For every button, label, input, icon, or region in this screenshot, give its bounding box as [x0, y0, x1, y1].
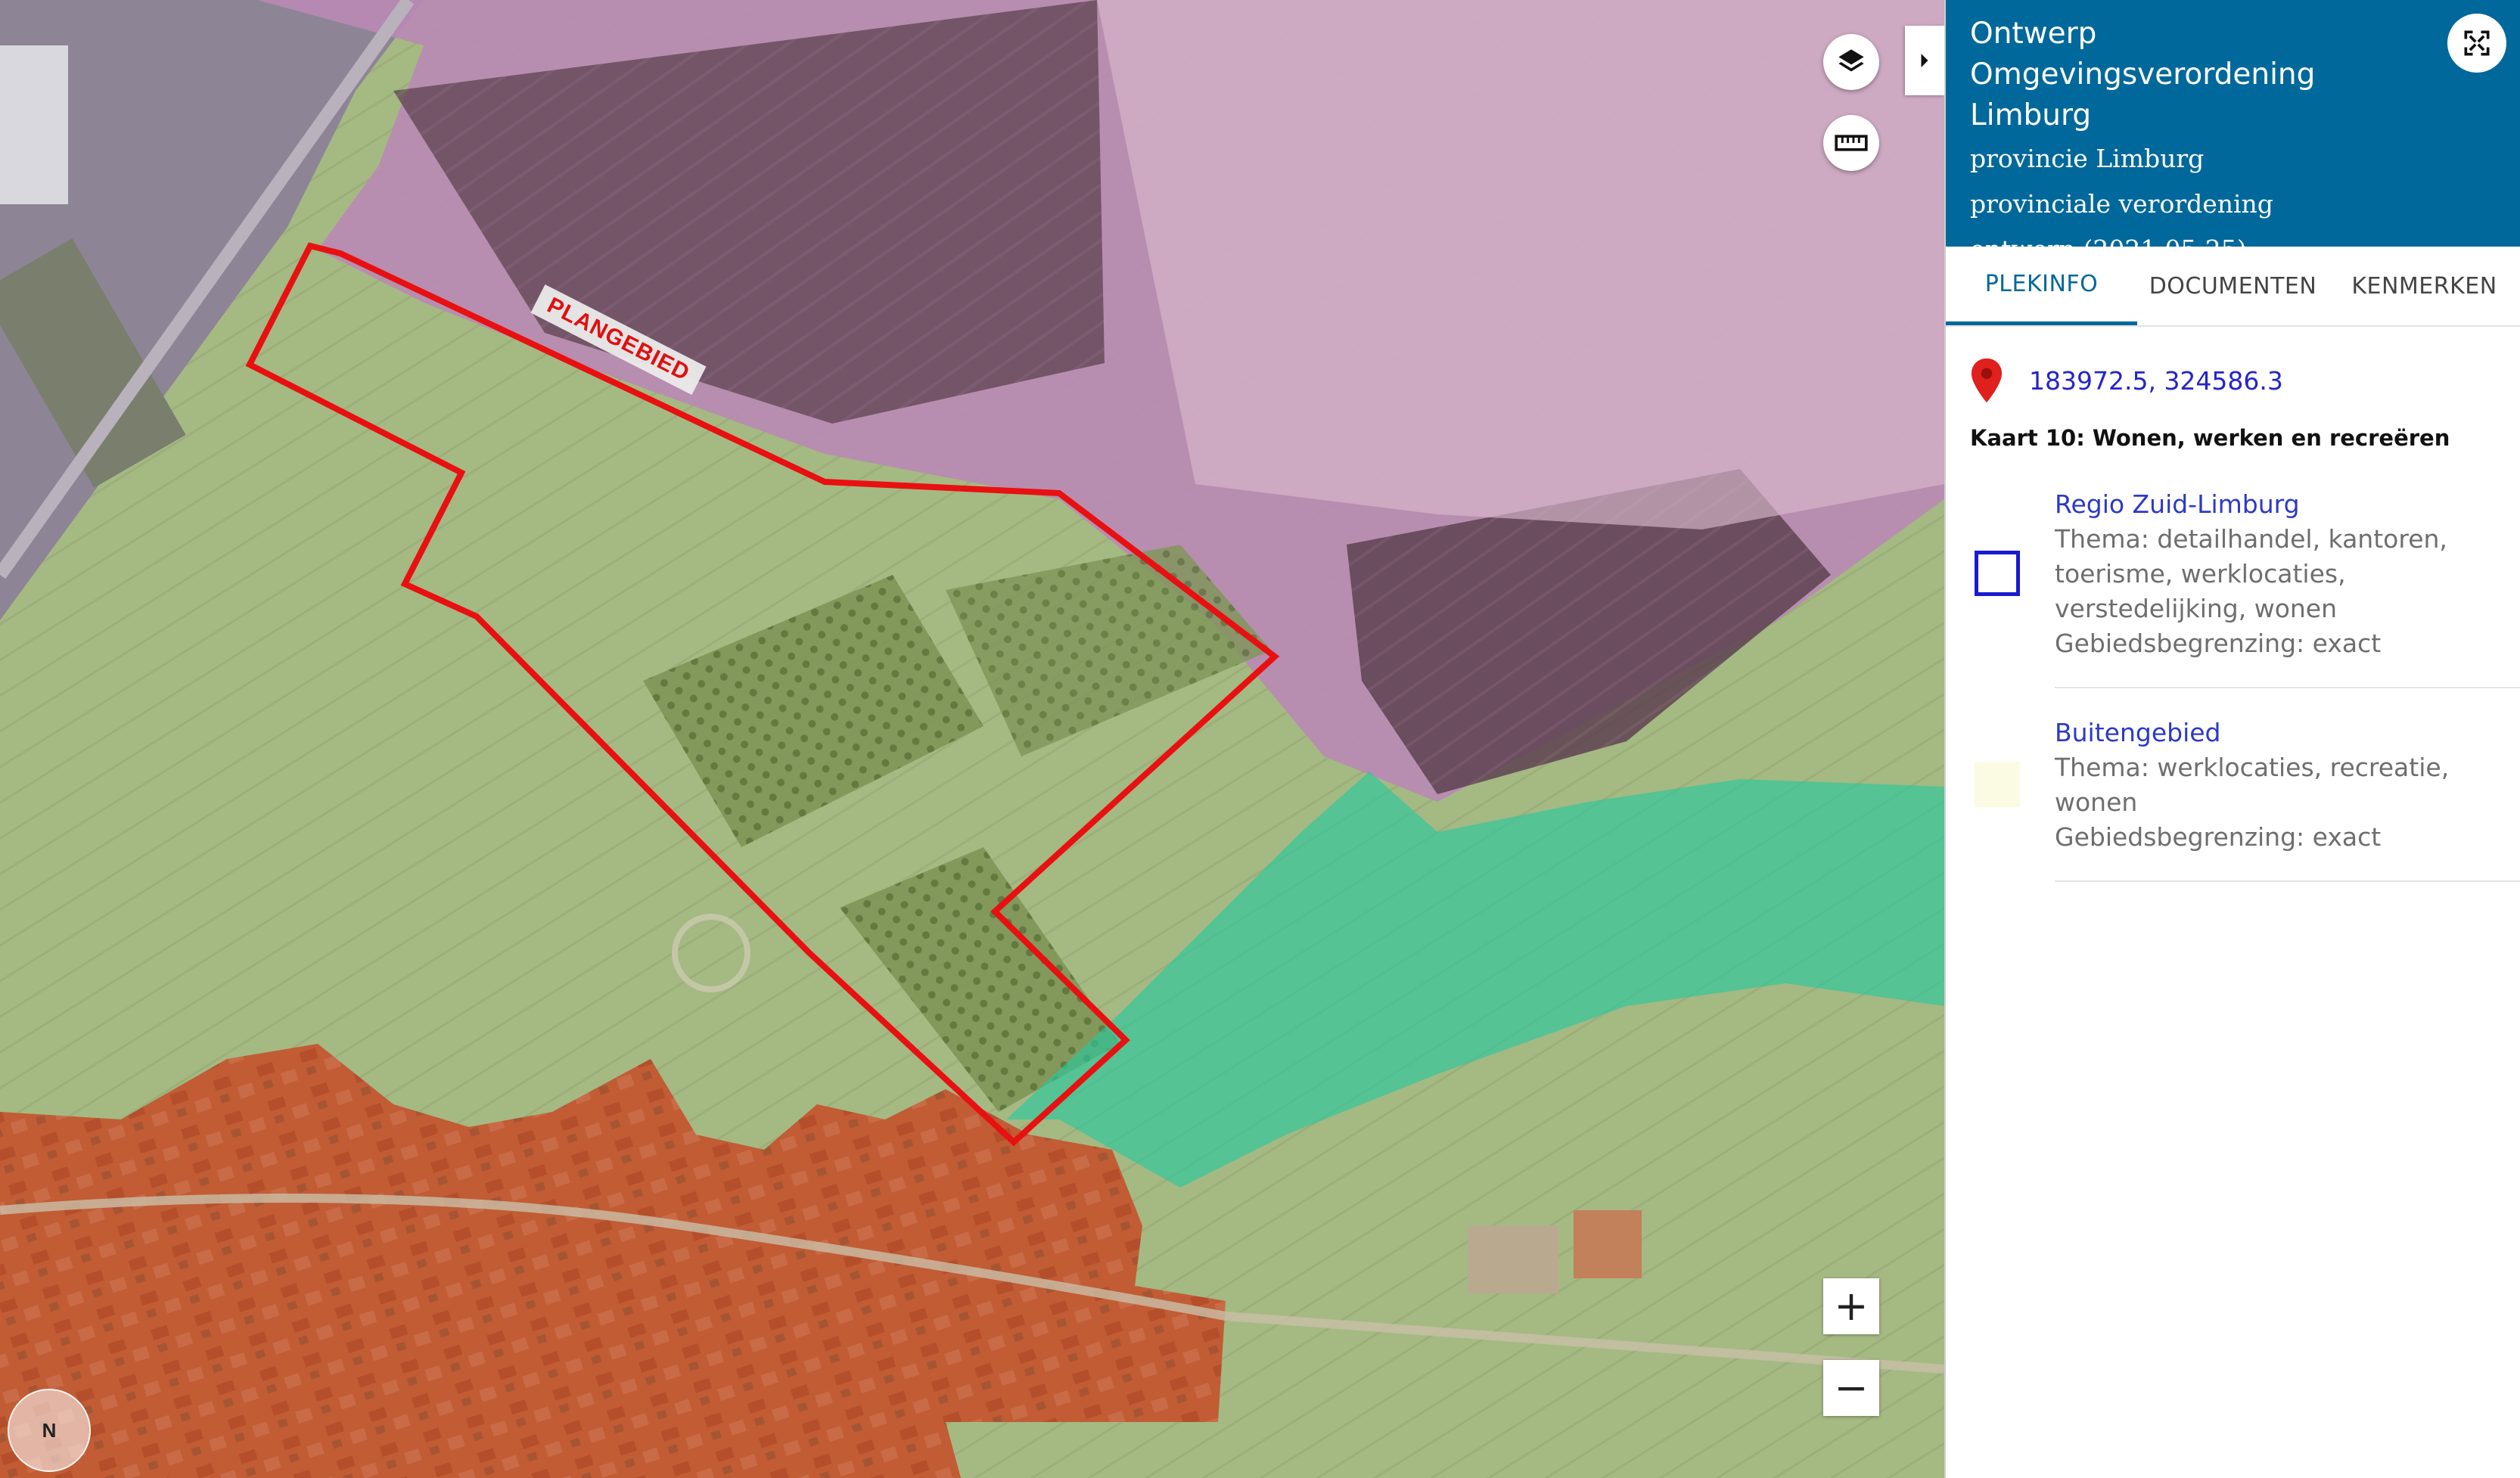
legend-description: Thema: werklocaties, recreatie, wonen	[2055, 753, 2450, 817]
coordinates-value[interactable]: 183972.5, 324586.3	[2029, 366, 2283, 396]
north-compass[interactable]: N	[8, 1389, 91, 1472]
expand-icon	[2464, 30, 2490, 56]
legend-name[interactable]: Buitengebied	[2055, 716, 2496, 750]
layers-button[interactable]	[1823, 34, 1879, 90]
panel-title: Ontwerp Omgevingsverordening Limburg	[1970, 17, 2316, 132]
document-type: provinciale verordening	[1970, 189, 2273, 219]
fill-swatch	[1975, 762, 2020, 807]
fullscreen-button[interactable]	[2447, 14, 2506, 73]
panel-meta: provincie Limburg provinciale verordenin…	[1970, 136, 2429, 272]
legend-boundary: Gebiedsbegrenzing: exact	[2055, 629, 2382, 658]
legend-item[interactable]: Regio Zuid-Limburg Thema: detailhandel, …	[1975, 460, 2520, 688]
zoom-in-button[interactable]: +	[1823, 1278, 1879, 1334]
map-section-title: Kaart 10: Wonen, werken en recreëren	[1970, 425, 2450, 451]
panel-header: Ontwerp Omgevingsverordening Limburg pro…	[1946, 0, 2520, 264]
legend-boundary: Gebiedsbegrenzing: exact	[2055, 822, 2382, 852]
map-view[interactable]: PLANGEBIED + − N	[0, 0, 1944, 1478]
caret-right-icon	[1921, 54, 1928, 67]
legend-description: Thema: detailhandel, kantoren, toerisme,…	[2055, 524, 2447, 623]
sports-court	[1468, 1225, 1558, 1293]
measure-button[interactable]	[1823, 115, 1879, 171]
quarry-area	[1097, 0, 1944, 529]
zoom-out-button[interactable]: −	[1823, 1360, 1879, 1416]
warehouse-building	[0, 45, 68, 204]
info-panel: Ontwerp Omgevingsverordening Limburg pro…	[1944, 0, 2520, 1478]
location-row: 183972.5, 324586.3	[1946, 327, 2520, 404]
organisation: provincie Limburg	[1970, 144, 2205, 173]
document-status: ontwerp (2021-05-25)	[1970, 234, 2247, 264]
legend-item[interactable]: Buitengebied Thema: werklocaties, recrea…	[1975, 688, 2520, 882]
collapse-panel-button[interactable]	[1905, 26, 1944, 95]
layers-icon	[1838, 49, 1864, 72]
tennis-court	[1574, 1210, 1642, 1278]
map-pin-icon	[1971, 358, 2003, 403]
aerial-map	[0, 0, 1944, 1478]
legend-name[interactable]: Regio Zuid-Limburg	[2055, 487, 2496, 522]
north-label: N	[42, 1418, 57, 1442]
outline-swatch	[1975, 551, 2020, 596]
ruler-icon	[1835, 135, 1868, 151]
